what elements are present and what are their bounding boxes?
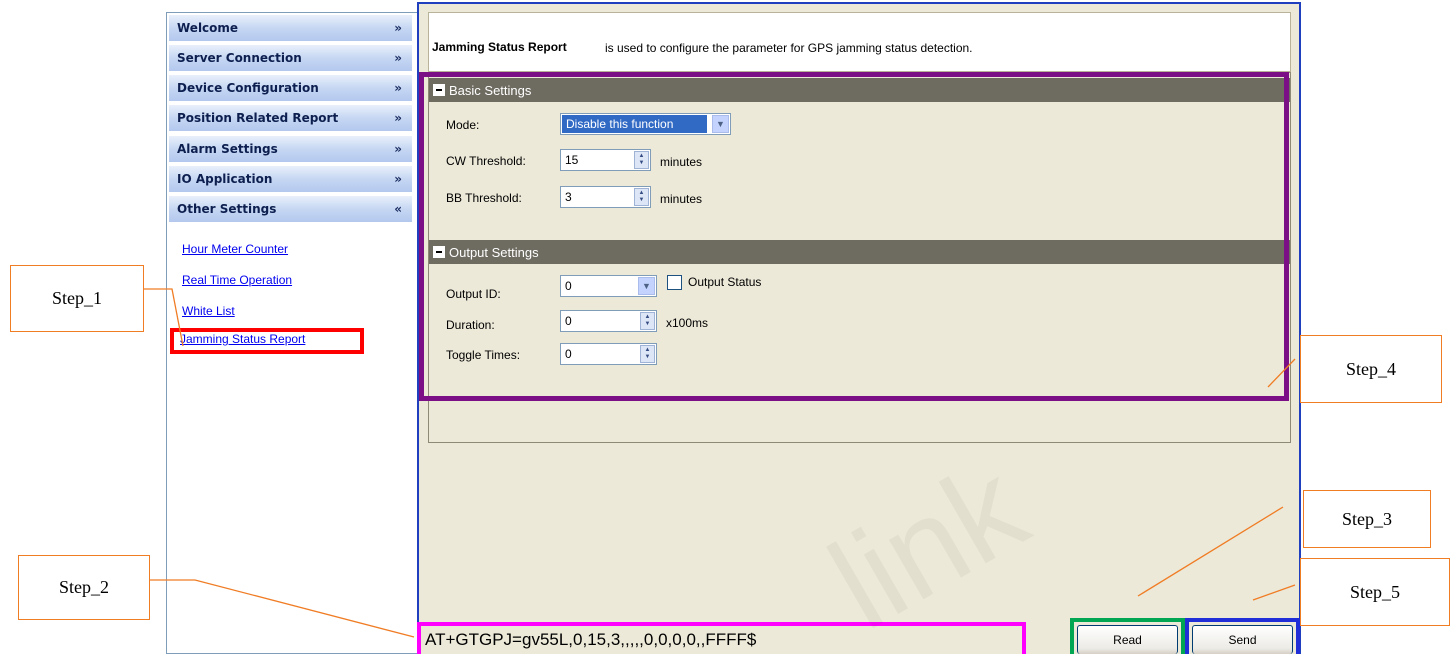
- step1-callout: Step_1: [10, 265, 144, 332]
- step1-line: [141, 288, 184, 347]
- step4-line: [1267, 358, 1296, 388]
- step2-callout: Step_2: [18, 555, 150, 620]
- step5-line: [1252, 584, 1296, 601]
- step3-line: [1137, 506, 1284, 597]
- step3-callout: Step_3: [1303, 490, 1431, 548]
- step4-callout: Step_4: [1300, 335, 1442, 403]
- annotation-lines: [141, 288, 1296, 638]
- step5-callout: Step_5: [1300, 558, 1450, 626]
- step2-line: [148, 579, 415, 638]
